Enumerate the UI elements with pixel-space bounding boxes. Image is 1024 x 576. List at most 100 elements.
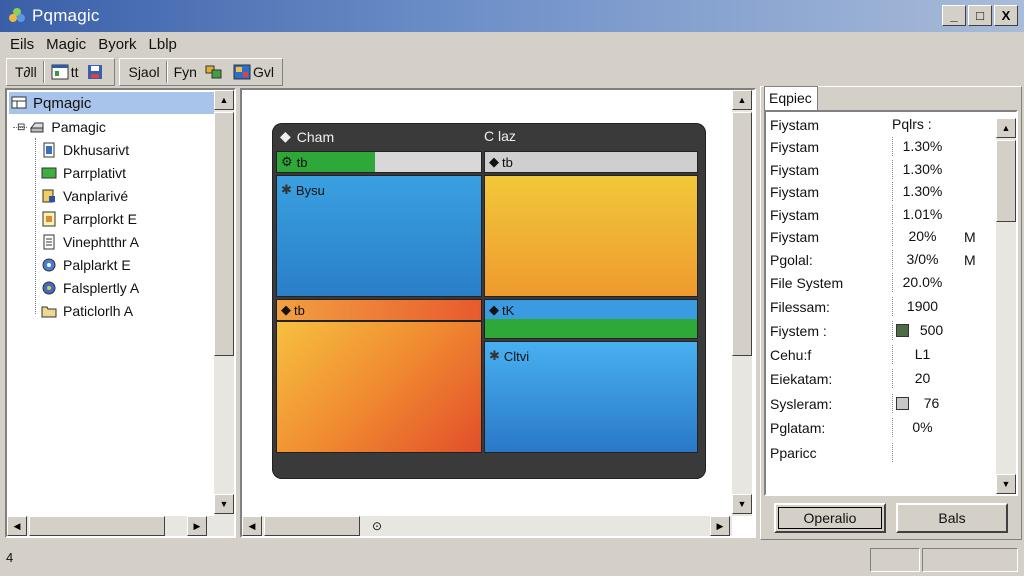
tree-item-parent[interactable]: ⊟ Pamagic bbox=[17, 116, 106, 138]
properties-tab[interactable]: Eqpiec bbox=[764, 86, 818, 110]
close-button[interactable]: X bbox=[994, 5, 1018, 26]
property-value[interactable]: 20 bbox=[892, 369, 952, 388]
partition-bar-e[interactable]: ◆ tK bbox=[484, 299, 698, 339]
property-row[interactable]: Pglatam: 0% bbox=[768, 417, 994, 439]
tree-horizontal-scrollbar[interactable]: ◀ ▶ bbox=[7, 516, 234, 536]
scroll-right-icon[interactable]: ▶ bbox=[710, 516, 730, 536]
tree-item-child[interactable]: Falsplertly A bbox=[41, 277, 139, 299]
property-name: Fiystam bbox=[770, 207, 819, 223]
tree-item-child[interactable]: Parrplorkt E bbox=[41, 208, 137, 230]
properties-vertical-scrollbar[interactable]: ▲ ▼ bbox=[996, 118, 1016, 494]
menu-help[interactable]: Lblp bbox=[143, 36, 183, 53]
property-row[interactable]: Sysleram: 76 bbox=[768, 393, 994, 415]
tree-item-child[interactable]: Dkhusarivt bbox=[41, 139, 129, 161]
canvas-horizontal-scrollbar[interactable]: ◀ ⊙ ▶ bbox=[242, 516, 732, 536]
maximize-button[interactable]: □ bbox=[968, 5, 992, 26]
scroll-up-icon[interactable]: ▲ bbox=[996, 118, 1016, 138]
property-value[interactable]: 1.30% bbox=[892, 182, 952, 201]
scroll-down-icon[interactable]: ▼ bbox=[996, 474, 1016, 494]
property-row[interactable]: Fiystem : 500 bbox=[768, 320, 994, 342]
tree-scroll-thumb[interactable] bbox=[214, 112, 234, 356]
menu-work[interactable]: Byork bbox=[92, 36, 142, 53]
star-icon: ✱ bbox=[489, 348, 500, 363]
property-row[interactable]: Fiystam 20% M bbox=[768, 226, 994, 248]
toolbar-button-fyn[interactable]: Fyn bbox=[170, 60, 201, 84]
tree-vertical-scrollbar[interactable]: ▲ ▼ bbox=[214, 90, 234, 516]
tree-item-child[interactable]: Paticlorlh A bbox=[41, 300, 133, 322]
scroll-up-icon[interactable]: ▲ bbox=[214, 90, 234, 110]
tree-hscroll-thumb[interactable] bbox=[29, 516, 165, 536]
toolbar-button-sjaol[interactable]: Sjaol bbox=[124, 60, 163, 84]
partition-block-blue-2[interactable]: ✱ Cltvi bbox=[484, 341, 698, 453]
property-value[interactable]: 76 bbox=[892, 394, 952, 413]
property-unit: M bbox=[964, 252, 976, 268]
menu-file[interactable]: Eils bbox=[0, 36, 40, 53]
property-value[interactable]: 20% bbox=[892, 227, 952, 246]
partition-block-orange[interactable] bbox=[276, 321, 482, 453]
property-row[interactable]: Fiystam 1.30% bbox=[768, 181, 994, 203]
property-value[interactable]: L1 bbox=[892, 345, 952, 364]
scroll-down-icon[interactable]: ▼ bbox=[732, 494, 752, 514]
save-disk-icon bbox=[88, 65, 103, 79]
property-value[interactable] bbox=[892, 443, 952, 462]
tree-item-child[interactable]: Palplarkt E bbox=[41, 254, 131, 276]
canvas-hscroll-thumb[interactable] bbox=[264, 516, 360, 536]
property-row[interactable]: Eiekatam: 20 bbox=[768, 368, 994, 390]
property-row[interactable]: Fiystam 1.30% bbox=[768, 136, 994, 158]
menu-bar: Eils Magic Byork Lblp bbox=[0, 32, 1024, 56]
property-value[interactable]: 1.30% bbox=[892, 160, 952, 179]
tree-connector bbox=[35, 138, 36, 314]
cancel-button[interactable]: Bals bbox=[896, 503, 1008, 533]
property-row[interactable]: Cehu:f L1 bbox=[768, 344, 994, 366]
status-pane-1 bbox=[870, 548, 920, 572]
expand-toggle-icon[interactable]: ⊟ bbox=[17, 122, 25, 133]
property-value[interactable]: 20.0% bbox=[892, 273, 952, 292]
partition-bar-d-text: tb bbox=[294, 302, 305, 318]
canvas-scroll-thumb[interactable] bbox=[732, 112, 752, 356]
partition-bar-e-label: ◆ tK bbox=[489, 302, 514, 318]
property-row[interactable]: File System 20.0% bbox=[768, 272, 994, 294]
toolbar-button-disk[interactable] bbox=[82, 60, 110, 84]
partition-bar-c[interactable]: ◆ tb bbox=[484, 151, 698, 173]
toolbar-button-tall[interactable]: T∂ll bbox=[11, 60, 41, 84]
property-value[interactable]: 1.30% bbox=[892, 137, 952, 156]
tree-item-label: Parrplativt bbox=[63, 165, 127, 181]
property-row[interactable]: Fiystam 1.30% bbox=[768, 159, 994, 181]
property-value[interactable]: 1900 bbox=[892, 297, 952, 316]
partition-block-yellow[interactable] bbox=[484, 175, 698, 297]
toolbar-button-gvl[interactable]: Gvl bbox=[229, 60, 278, 84]
property-name: Sysleram: bbox=[770, 396, 833, 412]
property-row[interactable]: Pparicc bbox=[768, 442, 994, 464]
properties-scroll-thumb[interactable] bbox=[996, 140, 1016, 222]
zoom-handle-icon[interactable]: ⊙ bbox=[372, 519, 382, 533]
property-row[interactable]: Fiystam 1.01% bbox=[768, 204, 994, 226]
toolbar-button-properties[interactable]: tt bbox=[47, 60, 83, 84]
tree-item-child[interactable]: Vinephtthr A bbox=[41, 231, 139, 253]
tree-item-child[interactable]: Vanplarivé bbox=[41, 185, 128, 207]
partition-bar-e-ticks bbox=[485, 300, 697, 320]
property-value[interactable]: 3/0% bbox=[892, 250, 952, 269]
scroll-up-icon[interactable]: ▲ bbox=[732, 90, 752, 110]
property-row[interactable]: Filessam: 1900 bbox=[768, 296, 994, 318]
partition-block-blue[interactable]: ✱ Bysu bbox=[276, 175, 482, 297]
menu-magic[interactable]: Magic bbox=[40, 36, 92, 53]
scroll-right-icon[interactable]: ▶ bbox=[187, 516, 207, 536]
partition-block-blue-2-label: ✱ Cltvi bbox=[489, 348, 529, 364]
property-value[interactable]: 1.01% bbox=[892, 205, 952, 224]
scroll-left-icon[interactable]: ◀ bbox=[242, 516, 262, 536]
property-value[interactable]: 500 bbox=[892, 321, 952, 340]
scroll-down-icon[interactable]: ▼ bbox=[214, 494, 234, 514]
toolbar-button-partition[interactable] bbox=[201, 60, 229, 84]
property-unit: M bbox=[964, 229, 976, 245]
property-value[interactable]: 0% bbox=[892, 418, 952, 437]
tree-item-child[interactable]: Parrplativt bbox=[41, 162, 126, 184]
scroll-left-icon[interactable]: ◀ bbox=[7, 516, 27, 536]
canvas-vertical-scrollbar[interactable]: ▲ ▼ bbox=[732, 90, 752, 516]
tree-root-item[interactable]: Pqmagic bbox=[9, 92, 215, 114]
partition-bar-a[interactable]: ⚙ tb bbox=[276, 151, 482, 173]
partition-bar-d[interactable]: ◆ tb bbox=[276, 299, 482, 321]
property-row[interactable]: Pgolal: 3/0% M bbox=[768, 249, 994, 271]
operation-button[interactable]: Operalio bbox=[774, 503, 886, 533]
page-partition-icon bbox=[43, 234, 55, 250]
minimize-button[interactable]: _ bbox=[942, 5, 966, 26]
